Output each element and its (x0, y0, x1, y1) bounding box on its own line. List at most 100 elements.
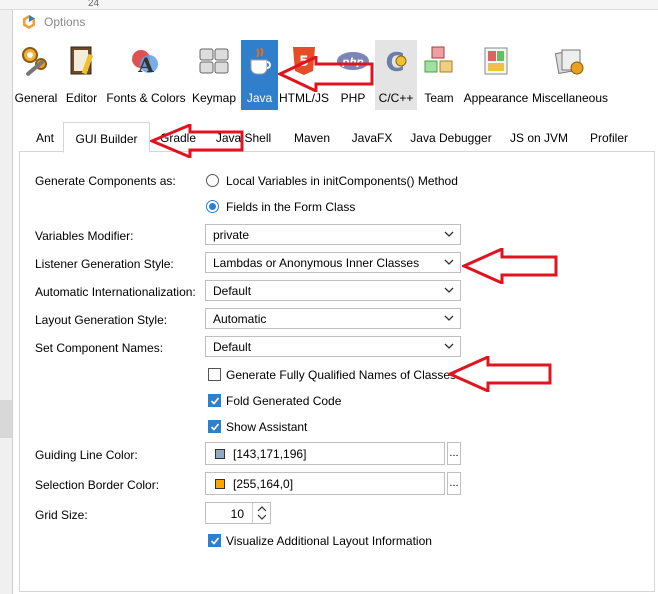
selected-value: Lambdas or Anonymous Inner Classes (213, 256, 420, 270)
background-left-panel (0, 10, 12, 594)
chevron-down-icon (444, 259, 454, 265)
category-label: Appearance (463, 91, 529, 105)
radio-fields-in-form[interactable] (206, 200, 219, 213)
background-editor: 24 (0, 0, 658, 10)
selection-color-field[interactable]: [255,164,0] (205, 472, 445, 495)
category-label: Java (246, 91, 273, 105)
keymap-icon (199, 48, 229, 74)
line-number: 24 (88, 0, 100, 9)
layout-style-select[interactable]: Automatic (205, 308, 461, 329)
component-names-label: Set Component Names: (35, 341, 164, 355)
annotation-arrow-fq-names (448, 356, 552, 392)
tab-ant[interactable]: Ant (27, 125, 63, 151)
checkmark-icon (210, 423, 220, 431)
tab-profiler[interactable]: Profiler (577, 125, 641, 151)
component-names-select[interactable]: Default (205, 336, 461, 357)
category-general[interactable]: General (13, 40, 59, 110)
checkmark-icon (210, 397, 220, 405)
grid-size-spinner[interactable]: 10 (205, 502, 271, 524)
tab-maven[interactable]: Maven (281, 125, 343, 151)
color-value: [143,171,196] (233, 447, 307, 461)
auto-i18n-label: Automatic Internationalization: (35, 285, 196, 299)
selected-value: Automatic (213, 312, 267, 326)
radio-local-variables[interactable] (206, 174, 219, 187)
chevron-down-icon (444, 315, 454, 321)
color-swatch (215, 449, 225, 459)
fold-code-label: Fold Generated Code (226, 394, 342, 408)
miscellaneous-icon (554, 49, 584, 75)
category-label: Keymap (191, 91, 237, 105)
general-icon (22, 47, 47, 76)
category-label: Fonts & Colors (106, 91, 186, 105)
tab-bar: Ant GUI Builder Gradle Java Shell Maven … (19, 122, 655, 153)
title-bar: Options (13, 10, 658, 36)
annotation-arrow-gui-builder (150, 124, 244, 158)
show-assistant-checkbox[interactable] (208, 420, 221, 433)
options-window: Options General Editor A Fonts & Colors … (12, 10, 658, 594)
tab-gui-builder[interactable]: GUI Builder (63, 122, 150, 153)
auto-i18n-select[interactable]: Default (205, 280, 461, 301)
listener-style-label: Listener Generation Style: (35, 257, 174, 271)
window-title: Options (44, 15, 86, 29)
guiding-color-more-button[interactable]: ... (447, 442, 461, 465)
editor-icon (70, 46, 93, 75)
radio-fields-in-form-label: Fields in the Form Class (226, 200, 356, 214)
selection-color-label: Selection Border Color: (35, 478, 160, 492)
tab-js-on-jvm[interactable]: JS on JVM (501, 125, 577, 151)
selected-value: private (213, 228, 250, 242)
chevron-down-icon (444, 231, 454, 237)
selected-value: Default (213, 340, 252, 354)
appearance-icon (484, 47, 508, 75)
radio-local-variables-label: Local Variables in initComponents() Meth… (226, 174, 458, 188)
tab-java-debugger[interactable]: Java Debugger (401, 125, 501, 151)
category-team[interactable]: Team (419, 40, 459, 110)
tab-javafx[interactable]: JavaFX (343, 125, 401, 151)
visualize-label: Visualize Additional Layout Information (226, 534, 432, 548)
generate-components-label: Generate Components as: (35, 174, 176, 188)
spinner-value: 10 (230, 507, 244, 521)
show-assistant-label: Show Assistant (226, 420, 308, 434)
annotation-arrow-listener (462, 248, 558, 284)
fold-code-checkbox[interactable] (208, 394, 221, 407)
variables-modifier-label: Variables Modifier: (35, 229, 134, 243)
guiding-color-label: Guiding Line Color: (35, 448, 138, 462)
fonts-colors-icon: A (132, 50, 158, 77)
chevron-down-icon (444, 287, 454, 293)
selected-value: Default (213, 284, 252, 298)
cpp-icon: C (385, 48, 407, 78)
svg-text:A: A (137, 53, 154, 77)
background-strip (0, 400, 12, 438)
netbeans-icon (23, 15, 35, 29)
category-label: HTML/JS (279, 91, 330, 105)
fq-names-label: Generate Fully Qualified Names of Classe… (226, 368, 457, 382)
category-label: C/C++ (378, 91, 414, 105)
team-icon (424, 46, 453, 73)
category-editor[interactable]: Editor (60, 40, 103, 110)
category-label: Editor (65, 91, 98, 105)
listener-style-select[interactable]: Lambdas or Anonymous Inner Classes (205, 252, 461, 273)
category-label: General (14, 91, 58, 105)
grid-size-label: Grid Size: (35, 508, 88, 522)
visualize-checkbox[interactable] (208, 534, 221, 547)
category-keymap[interactable]: Keymap (189, 40, 239, 110)
selection-color-more-button[interactable]: ... (447, 472, 461, 495)
chevron-down-icon (444, 343, 454, 349)
category-label: Miscellaneous (531, 91, 609, 105)
category-java[interactable]: Java (241, 40, 278, 110)
layout-style-label: Layout Generation Style: (35, 313, 168, 327)
spinner-buttons[interactable] (252, 503, 270, 523)
category-miscellaneous[interactable]: Miscellaneous (531, 40, 609, 110)
category-label: Team (424, 91, 454, 105)
color-swatch (215, 479, 225, 489)
gui-builder-panel: Generate Components as: Local Variables … (19, 152, 655, 592)
fq-names-checkbox[interactable] (208, 368, 221, 381)
color-value: [255,164,0] (233, 477, 294, 491)
category-cpp[interactable]: C C/C++ (375, 40, 417, 110)
category-fonts-colors[interactable]: A Fonts & Colors (104, 40, 188, 110)
category-appearance[interactable]: Appearance (461, 40, 531, 110)
variables-modifier-select[interactable]: private (205, 224, 461, 245)
java-icon (250, 47, 271, 75)
guiding-color-field[interactable]: [143,171,196] (205, 442, 445, 465)
category-label: PHP (340, 91, 366, 105)
up-down-arrows-icon (257, 506, 267, 520)
